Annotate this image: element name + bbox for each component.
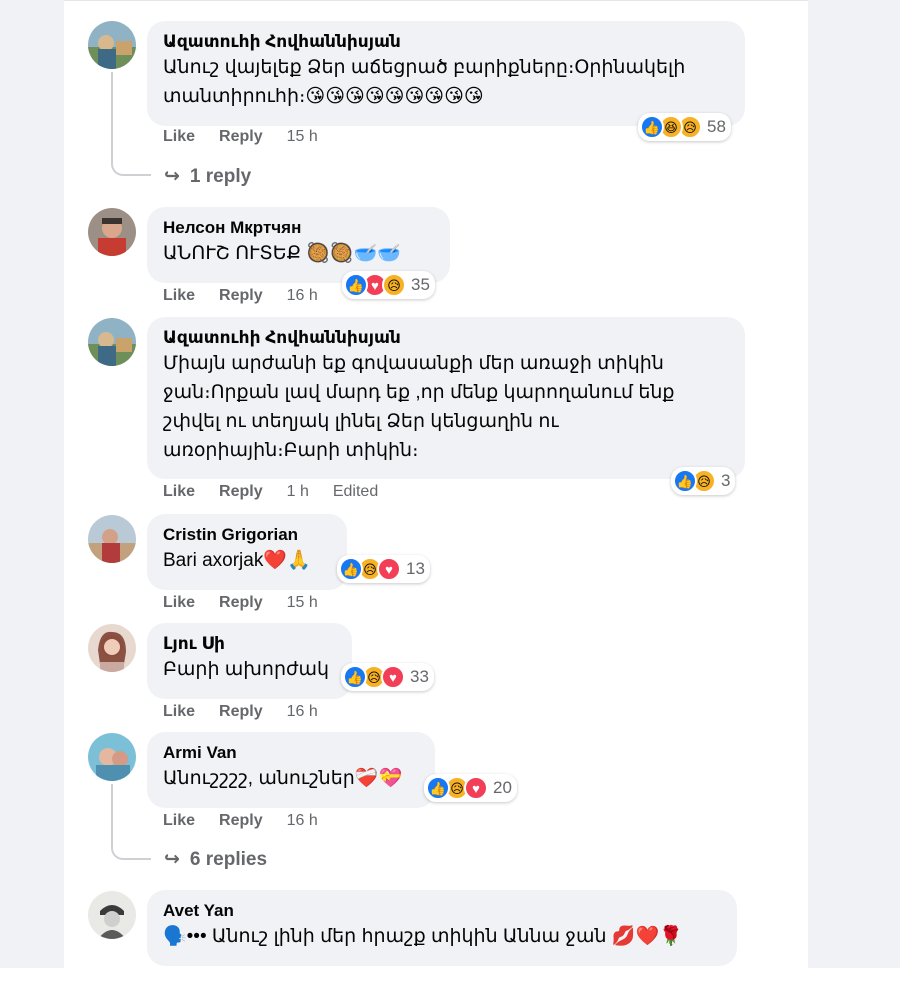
- comment-author[interactable]: Cristin Grigorian: [163, 524, 331, 546]
- reaction-count: 58: [707, 117, 726, 136]
- like-button[interactable]: Like: [163, 594, 195, 612]
- reply-button[interactable]: Reply: [219, 594, 263, 612]
- left-background: [0, 18, 64, 968]
- reply-button[interactable]: Reply: [219, 128, 263, 146]
- comment-timestamp[interactable]: 16 h: [287, 812, 318, 830]
- comment-actions: Like Reply 16 h: [163, 703, 318, 721]
- like-button[interactable]: Like: [163, 128, 195, 146]
- thread-connector: [111, 784, 151, 860]
- comment-author[interactable]: Armi Van: [163, 742, 419, 764]
- comment-text: Միայն արժանի եք գովասանքի մեր առաջի տիկի…: [163, 353, 675, 461]
- comment-text: Bari axorjak❤️🙏: [163, 550, 311, 571]
- thumbs-up-icon: 👍: [339, 557, 363, 581]
- comment-author[interactable]: Нелсон Мкртчян: [163, 217, 434, 239]
- reaction-summary[interactable]: 👍 😥 ♥ 20: [424, 774, 517, 802]
- comment-bubble: Լյու Սի Բարի ախորժակ: [147, 623, 352, 699]
- comment-timestamp[interactable]: 1 h: [287, 483, 309, 501]
- avatar[interactable]: [88, 733, 136, 781]
- comment-bubble: Armi Van Անուշշշշ, անուշներ❤️‍🩹💝: [147, 732, 435, 808]
- comment-timestamp[interactable]: 15 h: [287, 594, 318, 612]
- reaction-count: 35: [411, 275, 430, 294]
- reaction-count: 13: [406, 559, 425, 578]
- avatar[interactable]: [88, 624, 136, 672]
- comment-text: Անուշշշշ, անուշներ❤️‍🩹💝: [163, 768, 403, 789]
- view-replies-link[interactable]: ↪ 6 replies: [164, 848, 267, 871]
- reaction-count: 3: [721, 471, 731, 490]
- comment-text: 🗣️••• Անուշ լինի մեր հրաշք տիկին Աննա ջա…: [163, 926, 683, 947]
- comment-text: ԱՆՈՒՇ ՈՒՏԵՔ 🥘🥘🥣🥣: [163, 243, 401, 264]
- comment-actions: Like Reply 15 h: [163, 594, 318, 612]
- reply-button[interactable]: Reply: [219, 703, 263, 721]
- thumbs-up-icon: 👍: [344, 273, 368, 297]
- thread-connector: [111, 72, 151, 176]
- comment-author[interactable]: Avet Yan: [163, 900, 721, 922]
- comment-timestamp[interactable]: 16 h: [287, 287, 318, 305]
- thumbs-up-icon: 👍: [640, 115, 664, 139]
- reaction-summary[interactable]: 👍 ♥ 😥 35: [342, 271, 435, 299]
- heart-icon: ♥: [381, 665, 405, 689]
- view-replies-link[interactable]: ↪ 1 reply: [164, 165, 251, 188]
- comment-bubble: Cristin Grigorian Bari axorjak❤️🙏: [147, 514, 347, 590]
- reaction-summary[interactable]: 👍 😆 😥 58: [638, 113, 731, 141]
- avatar[interactable]: [88, 318, 136, 366]
- like-button[interactable]: Like: [163, 287, 195, 305]
- right-background: [808, 18, 900, 968]
- reaction-count: 33: [410, 667, 429, 686]
- heart-icon: ♥: [377, 557, 401, 581]
- thumbs-up-icon: 👍: [426, 776, 450, 800]
- reaction-summary[interactable]: 👍 😥 3: [671, 467, 736, 495]
- sad-face-icon: 😥: [382, 273, 406, 297]
- bottom-background: [0, 968, 900, 1002]
- comment-actions: Like Reply 15 h: [163, 128, 318, 146]
- thumbs-up-icon: 👍: [343, 665, 367, 689]
- comment-text: Բարի ախորժակ: [163, 659, 330, 680]
- avatar[interactable]: [88, 891, 136, 939]
- comment-bubble: Avet Yan 🗣️••• Անուշ լինի մեր հրաշք տիկի…: [147, 890, 737, 966]
- avatar[interactable]: [88, 21, 136, 69]
- thumbs-up-icon: 👍: [673, 469, 697, 493]
- reaction-summary[interactable]: 👍 😥 ♥ 13: [337, 555, 430, 583]
- like-button[interactable]: Like: [163, 483, 195, 501]
- comment-actions: Like Reply 16 h: [163, 287, 318, 305]
- comment-author[interactable]: Ազատուհի Հովհաննիսյան: [163, 31, 729, 53]
- reply-arrow-icon: ↪: [164, 849, 180, 870]
- replies-count: 6 replies: [189, 848, 268, 870]
- reply-button[interactable]: Reply: [219, 812, 263, 830]
- comment-actions: Like Reply 1 h Edited: [163, 483, 378, 501]
- reply-arrow-icon: ↪: [164, 166, 180, 187]
- reaction-summary[interactable]: 👍 😥 ♥ 33: [341, 663, 434, 691]
- reply-button[interactable]: Reply: [219, 483, 263, 501]
- comment-timestamp[interactable]: 15 h: [287, 128, 318, 146]
- comment-author[interactable]: Լյու Սի: [163, 633, 336, 655]
- avatar[interactable]: [88, 208, 136, 256]
- comment-bubble: Ազատուհի Հովհաննիսյան Միայն արժանի եք գո…: [147, 317, 745, 479]
- edited-label[interactable]: Edited: [333, 483, 378, 501]
- heart-icon: ♥: [464, 776, 488, 800]
- avatar[interactable]: [88, 515, 136, 563]
- like-button[interactable]: Like: [163, 703, 195, 721]
- comment-actions: Like Reply 16 h: [163, 812, 318, 830]
- reaction-count: 20: [493, 778, 512, 797]
- replies-count: 1 reply: [189, 165, 252, 187]
- reply-button[interactable]: Reply: [219, 287, 263, 305]
- comment-bubble: Ազատուհի Հովհաննիսյան Անուշ վայելեք Ձեր …: [147, 21, 745, 126]
- like-button[interactable]: Like: [163, 812, 195, 830]
- comment-author[interactable]: Ազատուհի Հովհաննիսյան: [163, 327, 729, 349]
- comment-timestamp[interactable]: 16 h: [287, 703, 318, 721]
- comment-text: Անուշ վայելեք Ձեր աճեցրած բարիքները։Օրին…: [163, 57, 686, 107]
